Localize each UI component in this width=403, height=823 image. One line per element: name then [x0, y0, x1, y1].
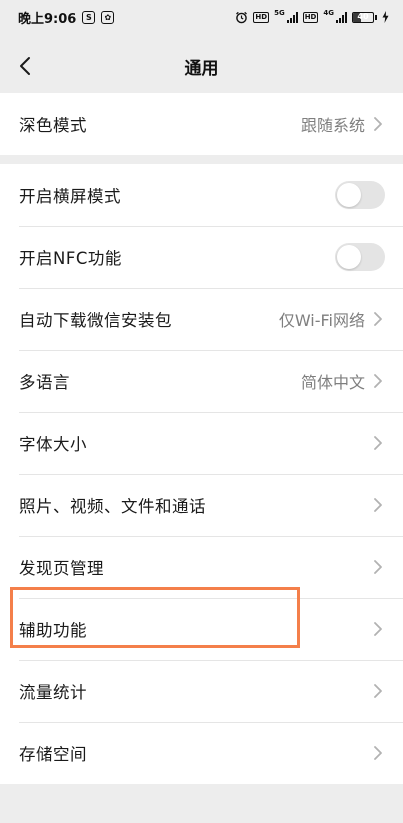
- chevron-right-icon: [374, 436, 382, 450]
- network-type-1: 5G: [274, 8, 285, 17]
- network-type-2: 4G: [323, 8, 334, 17]
- row-right: [373, 745, 383, 761]
- charging-icon: [382, 11, 389, 23]
- battery-icon: 40: [352, 11, 377, 23]
- row-right: [373, 621, 383, 637]
- notification-s-icon: S: [82, 10, 96, 24]
- toggle-knob: [337, 245, 361, 269]
- row-value: 简体中文: [300, 373, 365, 392]
- media-files-calls-row[interactable]: 照片、视频、文件和通话: [0, 474, 403, 536]
- status-time: 晚上9:06: [18, 11, 77, 27]
- notification-app-icon: ✿: [101, 10, 115, 24]
- settings-section-display: 深色模式 跟随系统: [0, 93, 403, 155]
- dark-mode-row[interactable]: 深色模式 跟随系统: [0, 93, 403, 155]
- row-label: 字体大小: [19, 435, 87, 454]
- nfc-row[interactable]: 开启NFC功能: [0, 226, 403, 288]
- toggle-knob: [337, 183, 361, 207]
- nav-bar: 通用: [0, 34, 403, 98]
- row-right: 简体中文: [301, 369, 383, 393]
- status-right: HD 5G HD 4G 40: [235, 8, 389, 24]
- chevron-right-icon: [374, 684, 382, 698]
- row-label: 辅助功能: [19, 621, 87, 640]
- row-right: [373, 559, 383, 575]
- data-usage-row[interactable]: 流量统计: [0, 660, 403, 722]
- row-right: [373, 435, 383, 451]
- chevron-right-icon: [374, 622, 382, 636]
- alarm-icon: [236, 11, 248, 23]
- nfc-toggle[interactable]: [335, 243, 385, 271]
- discover-management-row[interactable]: 发现页管理: [0, 536, 403, 598]
- auto-download-row[interactable]: 自动下载微信安装包 仅Wi-Fi网络: [0, 288, 403, 350]
- chevron-right-icon: [374, 746, 382, 760]
- row-right: 仅Wi-Fi网络: [279, 307, 383, 331]
- row-right: [373, 497, 383, 513]
- row-label: 自动下载微信安装包: [19, 311, 172, 330]
- language-row[interactable]: 多语言 简体中文: [0, 350, 403, 412]
- accessibility-row[interactable]: 辅助功能: [0, 598, 403, 660]
- back-button[interactable]: [10, 48, 40, 84]
- row-value: 跟随系统: [300, 116, 365, 135]
- hd-badge-2: HD: [302, 11, 319, 23]
- signal-icon-1: [286, 11, 298, 23]
- row-label: 存储空间: [19, 745, 87, 764]
- chevron-right-icon: [374, 117, 382, 131]
- landscape-mode-toggle[interactable]: [335, 181, 385, 209]
- chevron-right-icon: [374, 312, 382, 326]
- row-label: 多语言: [19, 373, 70, 392]
- page-title: 通用: [184, 58, 219, 79]
- row-label: 开启NFC功能: [19, 249, 122, 268]
- landscape-mode-row[interactable]: 开启横屏模式: [0, 164, 403, 226]
- chevron-right-icon: [374, 498, 382, 512]
- row-value: 仅Wi-Fi网络: [278, 311, 365, 330]
- row-label: 深色模式: [19, 116, 87, 135]
- row-right: 跟随系统: [301, 112, 383, 136]
- chevron-left-icon: [20, 57, 30, 75]
- settings-section-general: 开启横屏模式 开启NFC功能 自动下载微信安装包 仅Wi-Fi网络 多语言 简体…: [0, 164, 403, 784]
- row-label: 照片、视频、文件和通话: [19, 497, 206, 516]
- row-right: [373, 683, 383, 699]
- signal-icon-2: [336, 11, 347, 23]
- hd-badge-1: HD: [253, 11, 270, 23]
- row-label: 开启横屏模式: [19, 187, 121, 206]
- battery-level: 40: [357, 11, 369, 21]
- storage-row[interactable]: 存储空间: [0, 722, 403, 784]
- chevron-right-icon: [374, 374, 382, 388]
- row-label: 流量统计: [19, 683, 87, 702]
- status-bar: 晚上9:06 S ✿ HD 5G HD 4G 40: [0, 0, 403, 34]
- row-label: 发现页管理: [19, 559, 104, 578]
- chevron-right-icon: [374, 560, 382, 574]
- font-size-row[interactable]: 字体大小: [0, 412, 403, 474]
- status-left: 晚上9:06 S ✿: [18, 8, 115, 27]
